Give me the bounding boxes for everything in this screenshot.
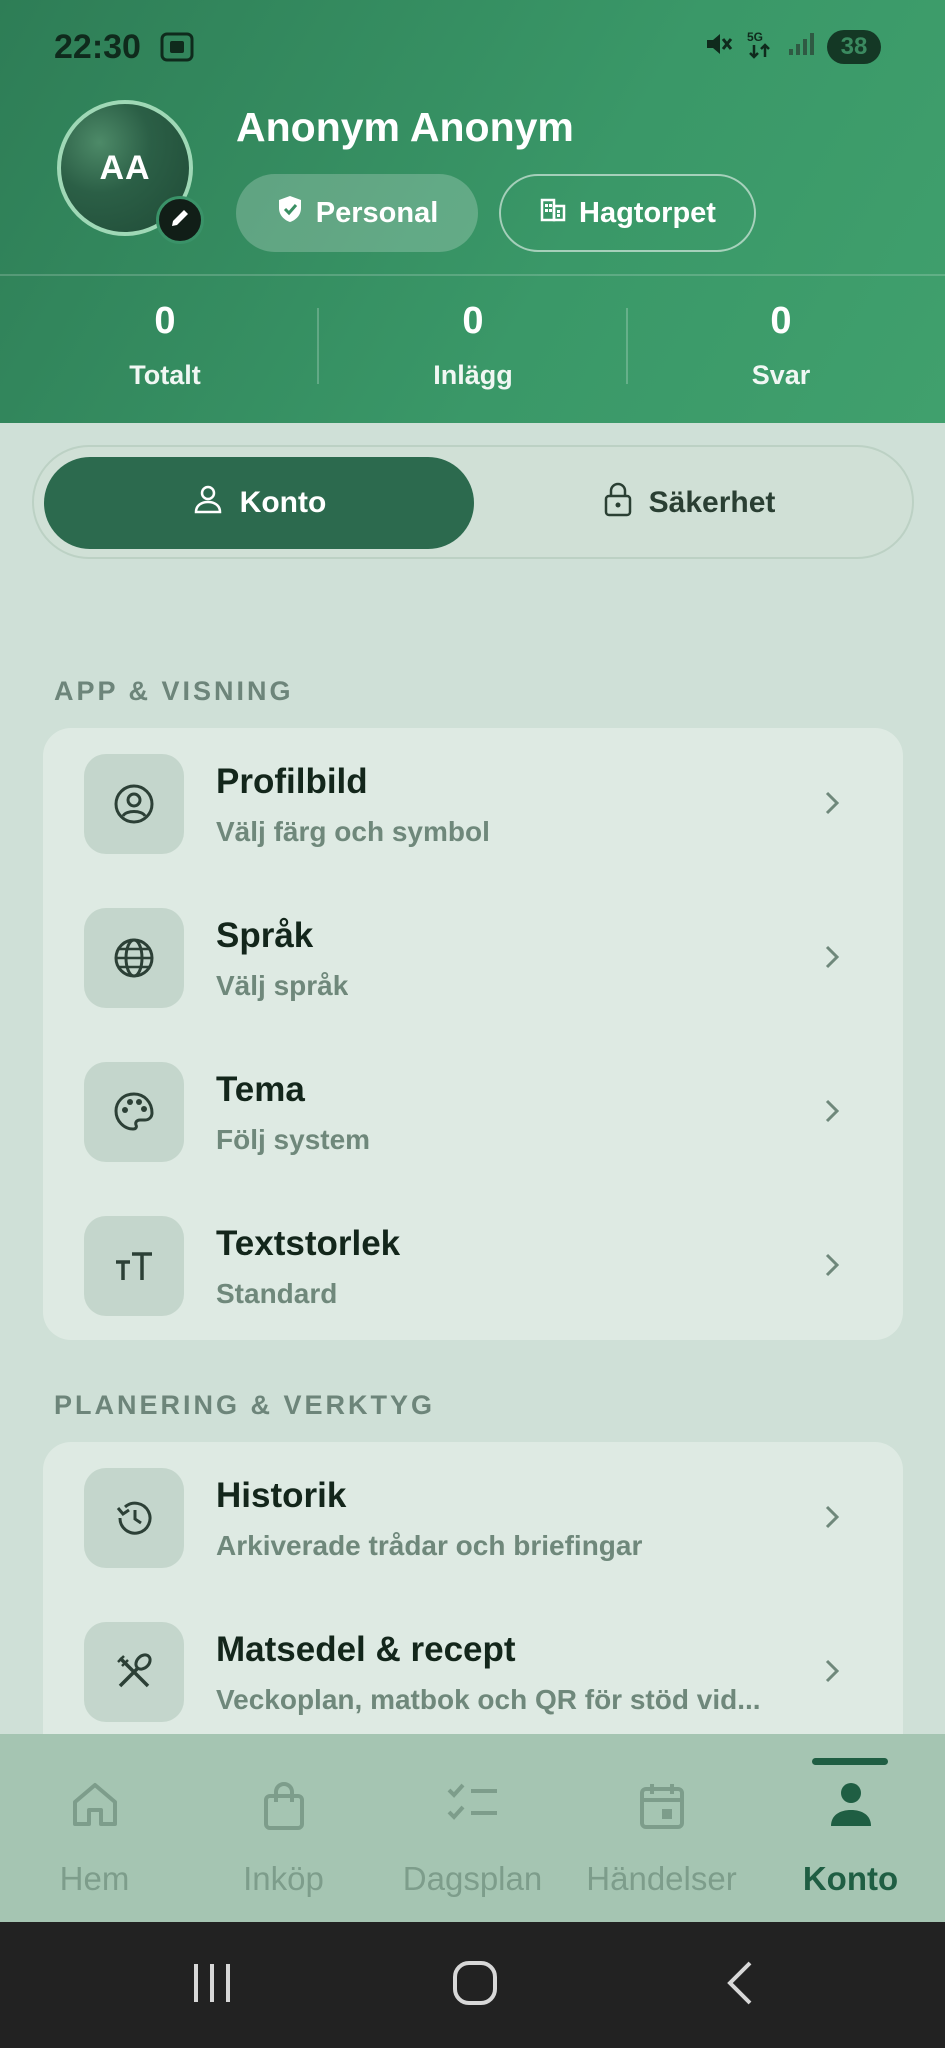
tab-hem[interactable]: Hem <box>0 1734 189 1922</box>
stat-value: 0 <box>770 300 792 342</box>
stat-total: 0 Totalt <box>8 300 322 391</box>
role-chip-label: Personal <box>315 196 439 229</box>
battery-indicator: 38 <box>827 29 881 64</box>
role-chip[interactable]: Personal <box>236 174 478 252</box>
header-divider <box>0 274 945 276</box>
stat-replies: 0 Svar <box>624 300 938 391</box>
tab-label: Inköp <box>243 1860 324 1897</box>
checklist-icon <box>378 1780 567 1826</box>
list-item-subtitle: Veckoplan, matbok och QR för stöd vid... <box>216 1684 761 1715</box>
list-item-subtitle: Välj färg och symbol <box>216 816 490 847</box>
list-item-tema[interactable]: Tema Följ system <box>43 1062 903 1216</box>
section-title-planning: PLANERING & VERKTYG <box>54 1390 436 1420</box>
stat-label: Totalt <box>129 360 201 390</box>
status-bar: 22:30 5G 38 <box>0 0 945 100</box>
tab-label: Hem <box>59 1860 130 1897</box>
account-security-toggle: Konto Säkerhet <box>32 445 914 559</box>
account-circle-icon <box>84 754 184 854</box>
profile-header: 22:30 5G 38 AA Anonym Anonym Personal Ha… <box>0 0 945 423</box>
tab-konto-label: Konto <box>239 486 327 519</box>
list-item-historik[interactable]: Historik Arkiverade trådar och briefinga… <box>43 1468 903 1622</box>
chevron-right-icon <box>823 788 841 823</box>
tab-label: Dagsplan <box>402 1860 543 1897</box>
tab-label: Händelser <box>586 1860 737 1897</box>
chevron-right-icon <box>823 1250 841 1285</box>
section-title-app: APP & VISNING <box>54 676 294 706</box>
person-outline-icon <box>192 483 224 523</box>
recent-apps-button[interactable] <box>190 1958 234 2013</box>
settings-card-app: Profilbild Välj färg och symbol Språk Vä… <box>43 728 903 1340</box>
status-time: 22:30 <box>54 28 141 66</box>
list-item-title: Profilbild <box>216 762 368 801</box>
history-icon <box>84 1468 184 1568</box>
network-5g-icon: 5G <box>745 28 775 65</box>
tab-sakerhet[interactable]: Säkerhet <box>474 457 904 549</box>
text-size-icon <box>84 1216 184 1316</box>
person-icon <box>756 1780 945 1830</box>
stat-value: 0 <box>154 300 176 342</box>
tab-konto-nav[interactable]: Konto <box>756 1734 945 1922</box>
list-item-title: Matsedel & recept <box>216 1630 516 1669</box>
chevron-right-icon <box>823 1096 841 1131</box>
list-item-title: Textstorlek <box>216 1224 401 1263</box>
tab-inkop[interactable]: Inköp <box>189 1734 378 1922</box>
stat-value: 0 <box>462 300 484 342</box>
home-button[interactable] <box>452 1958 498 2013</box>
stat-label: Inlägg <box>433 360 513 390</box>
list-item-textstorlek[interactable]: Textstorlek Standard <box>43 1216 903 1370</box>
calendar-icon <box>567 1780 756 1832</box>
list-item-subtitle: Standard <box>216 1278 338 1309</box>
palette-icon <box>84 1062 184 1162</box>
mute-icon <box>703 29 733 64</box>
stat-label: Svar <box>751 360 811 390</box>
avatar-initials: AA <box>99 148 151 187</box>
list-item-title: Språk <box>216 916 314 955</box>
stat-posts: 0 Inlägg <box>316 300 630 391</box>
shield-check-icon <box>276 194 304 232</box>
utensils-icon <box>84 1622 184 1722</box>
bottom-tab-bar: Hem Inköp Dagsplan Händelser Konto <box>0 1734 945 1922</box>
globe-icon <box>84 908 184 1008</box>
list-item-subtitle: Välj språk <box>216 970 349 1001</box>
chevron-right-icon <box>823 942 841 977</box>
lock-icon <box>603 481 633 525</box>
user-name: Anonym Anonym <box>236 104 574 150</box>
screenshot-icon <box>160 32 194 67</box>
pencil-icon <box>169 207 191 234</box>
organization-chip-label: Hagtorpet <box>579 196 716 229</box>
tab-handelser[interactable]: Händelser <box>567 1734 756 1922</box>
list-item-subtitle: Följ system <box>216 1124 371 1155</box>
building-icon <box>539 195 567 231</box>
svg-text:5G: 5G <box>747 30 763 44</box>
list-item-sprak[interactable]: Språk Välj språk <box>43 908 903 1062</box>
system-navigation-bar <box>0 1922 945 2048</box>
active-tab-indicator <box>812 1758 888 1765</box>
list-item-profilbild[interactable]: Profilbild Välj färg och symbol <box>43 754 903 908</box>
back-button[interactable] <box>722 1958 758 2013</box>
home-icon <box>0 1780 189 1828</box>
chevron-right-icon <box>823 1502 841 1537</box>
organization-chip[interactable]: Hagtorpet <box>499 174 756 252</box>
list-item-title: Historik <box>216 1476 347 1515</box>
tab-label: Konto <box>802 1860 899 1897</box>
chevron-right-icon <box>823 1656 841 1691</box>
tab-sakerhet-label: Säkerhet <box>648 486 776 519</box>
edit-avatar-button[interactable] <box>156 196 204 244</box>
list-item-title: Tema <box>216 1070 305 1109</box>
signal-icon <box>787 31 815 62</box>
tab-konto[interactable]: Konto <box>44 457 474 549</box>
shopping-bag-icon <box>189 1780 378 1832</box>
status-icons: 5G 38 <box>703 28 881 65</box>
tab-dagsplan[interactable]: Dagsplan <box>378 1734 567 1922</box>
list-item-subtitle: Arkiverade trådar och briefingar <box>216 1530 643 1561</box>
